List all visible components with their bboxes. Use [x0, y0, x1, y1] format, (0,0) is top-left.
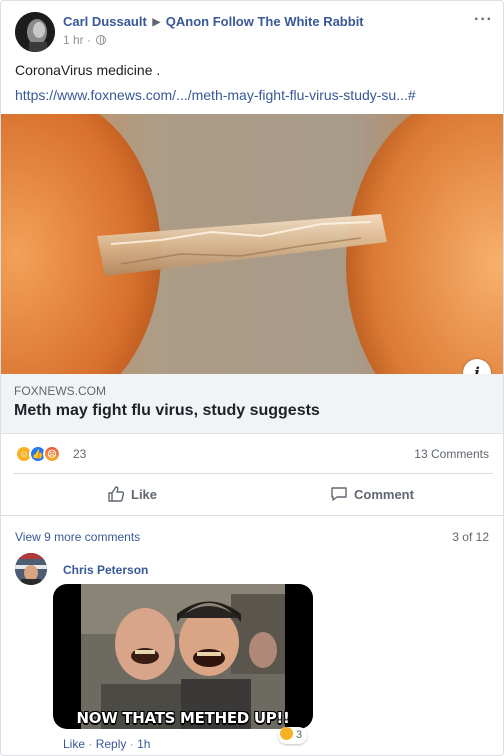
view-more-comments[interactable]: View 9 more comments [15, 530, 140, 544]
like-label: Like [131, 487, 158, 502]
triangle-right-icon: ▶ [152, 17, 161, 28]
more-options-icon[interactable]: ··· [474, 11, 493, 29]
comment-image-caption: NOW THATS METHED UP!! [76, 709, 290, 727]
preview-image[interactable] [1, 114, 503, 374]
post-time[interactable]: 1 hr · [63, 33, 94, 47]
globe-icon [96, 35, 107, 45]
preview-domain: FOXNEWS.COM [14, 384, 106, 398]
haha-reaction-icon [280, 727, 293, 740]
comment-bubble-icon [331, 487, 347, 501]
preview-headline[interactable]: Meth may fight flu virus, study suggests [14, 402, 320, 420]
comment-count[interactable]: 13 Comments [414, 447, 489, 461]
comment-image[interactable]: NOW THATS METHED UP!! [53, 584, 313, 729]
comment-button[interactable]: Comment [330, 485, 414, 503]
comment-reply-link[interactable]: Reply [96, 737, 127, 751]
comment-actions: Like · Reply · 1h [63, 737, 150, 751]
comment-reaction-badge[interactable]: 3 [278, 727, 308, 744]
divider [1, 515, 503, 516]
link-preview[interactable]: i FOXNEWS.COM Meth may fight flu virus, … [1, 114, 503, 434]
post-actions: Like Comment [1, 475, 503, 513]
comment-like-link[interactable]: Like [63, 737, 85, 751]
commenter-avatar[interactable] [15, 553, 47, 585]
post-card: Carl Dussault ▶ QAnon Follow The White R… [0, 0, 504, 756]
post-text: CoronaVirus medicine . [15, 62, 161, 78]
separator-dot: · [88, 737, 96, 751]
comment-pager: 3 of 12 [452, 530, 489, 544]
reaction-count[interactable]: 23 [73, 447, 86, 461]
post-author-line: Carl Dussault ▶ QAnon Follow The White R… [63, 14, 364, 29]
author-name[interactable]: Carl Dussault [63, 14, 147, 29]
preview-caption[interactable]: FOXNEWS.COM Meth may fight flu virus, st… [1, 374, 503, 434]
comment-photo [81, 584, 285, 729]
post-meta: 1 hr · [63, 33, 107, 47]
thumbs-up-icon [108, 486, 125, 502]
comment-time[interactable]: 1h [137, 737, 150, 751]
group-name[interactable]: QAnon Follow The White Rabbit [166, 14, 364, 29]
comment-label: Comment [354, 487, 414, 502]
divider [13, 473, 493, 474]
separator-dot: · [129, 737, 138, 751]
post-link[interactable]: https://www.foxnews.com/.../meth-may-fig… [15, 87, 416, 103]
author-avatar[interactable] [15, 12, 55, 52]
comment-reaction-count: 3 [296, 729, 303, 741]
angry-reaction-icon: ☹ [43, 445, 61, 463]
commenter-name[interactable]: Chris Peterson [63, 563, 148, 577]
like-button[interactable]: Like [107, 485, 157, 503]
post-header: Carl Dussault ▶ QAnon Follow The White R… [13, 11, 493, 55]
